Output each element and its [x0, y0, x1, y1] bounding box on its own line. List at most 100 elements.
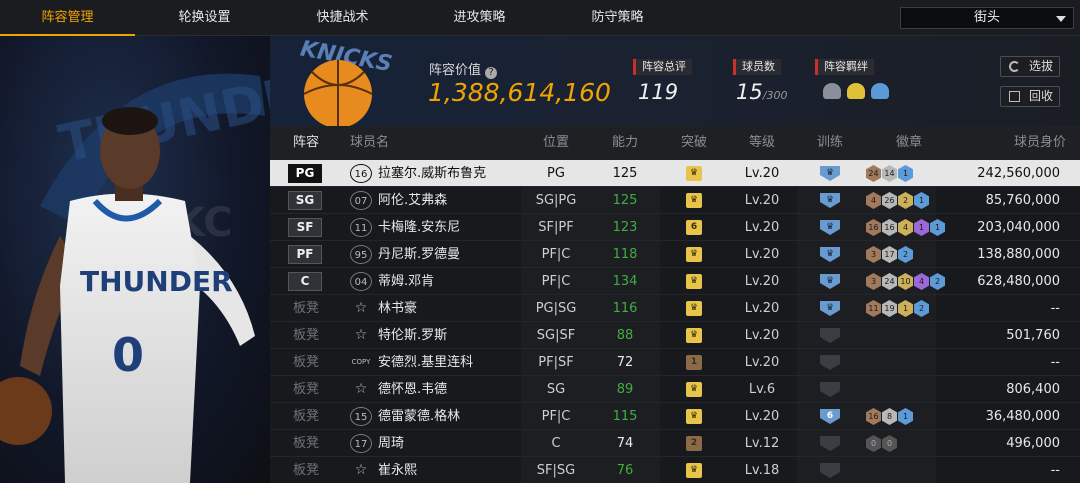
top-navigation: 阵容管理 轮换设置 快捷战术 进攻策略 防守策略 街头	[0, 0, 1080, 36]
lineup-value: 1,388,614,160	[428, 78, 611, 107]
badge-hex: 1	[898, 300, 913, 317]
player-position: PF|C	[541, 274, 571, 289]
badge-hex: 0	[882, 435, 897, 452]
player-market-value: 85,760,000	[985, 193, 1060, 208]
tab-lineup-management[interactable]: 阵容管理	[0, 0, 135, 36]
table-row[interactable]: SG 07 阿伦.艾弗森 SG|PG 125 ♛ Lv.20 ♛ 4 26 2 1 85,760,000	[270, 187, 1080, 214]
player-market-value: 496,000	[1006, 436, 1060, 451]
player-illustration: THUNDER OKC THUNDER 0	[0, 58, 270, 483]
table-row[interactable]: 板凳 ☆ 林书豪 PG|SG 116 ♛ Lv.20 ♛ 11 19 1 2 --	[270, 295, 1080, 322]
badge-list[interactable]: 4 26 2 1	[866, 192, 929, 209]
badge-list[interactable]: 3 17 2	[866, 246, 913, 263]
badge-list[interactable]: 11 19 1 2	[866, 300, 929, 317]
badge-hex: 2	[914, 300, 929, 317]
badge-hex: 4	[898, 219, 913, 236]
player-market-value: 628,480,000	[977, 274, 1060, 289]
badge-hex: 2	[930, 273, 945, 290]
training-crown-icon[interactable]: ♛	[820, 301, 840, 316]
training-empty-icon[interactable]	[820, 436, 840, 451]
badge-list[interactable]: 24 14 1	[866, 165, 913, 182]
chevron-down-icon	[1056, 16, 1066, 22]
player-name[interactable]: 阿伦.艾弗森	[378, 187, 447, 214]
player-name[interactable]: 德雷蒙德.格林	[378, 403, 460, 430]
table-row[interactable]: C 04 蒂姆.邓肯 PF|C 134 ♛ Lv.20 ♛ 3 24 10 4 2 628,480,000	[270, 268, 1080, 295]
player-name[interactable]: 周琦	[378, 430, 404, 457]
slot-bench-label: 板凳	[292, 382, 319, 397]
badge-hex: 1	[914, 219, 929, 236]
player-level: Lv.20	[744, 166, 780, 181]
training-empty-icon[interactable]	[820, 328, 840, 343]
mode-dropdown[interactable]: 街头	[900, 7, 1074, 29]
player-count-max: /300	[762, 89, 788, 102]
table-row[interactable]: PF 95 丹尼斯.罗德曼 PF|C 118 ♛ Lv.20 ♛ 3 17 2 138,880,000	[270, 241, 1080, 268]
badge-hex: 19	[882, 300, 897, 317]
badge-hex: 16	[866, 219, 881, 236]
lineup-value-label: 阵容价值 ?	[429, 59, 498, 79]
slot-position-badge: C	[288, 272, 322, 291]
table-row[interactable]: 板凳 ☆ 崔永熙 SF|SG 76 ♛ Lv.18 --	[270, 457, 1080, 483]
training-empty-icon[interactable]	[820, 463, 840, 478]
badge-hex: 16	[866, 408, 881, 425]
bond-icons[interactable]	[823, 83, 889, 99]
tab-offense-strategy[interactable]: 进攻策略	[412, 0, 547, 36]
player-name[interactable]: 卡梅隆.安东尼	[378, 214, 460, 241]
player-rating: 76	[616, 463, 634, 478]
tab-quick-tactics[interactable]: 快捷战术	[275, 0, 410, 36]
table-row[interactable]: 板凳 ☆ 德怀恩.韦德 SG 89 ♛ Lv.6 806,400	[270, 376, 1080, 403]
column-header-slot: 阵容	[292, 135, 319, 150]
badge-hex: 2	[898, 246, 913, 263]
training-crown-icon[interactable]: ♛	[820, 193, 840, 208]
table-row[interactable]: 板凳 ☆ 特伦斯.罗斯 SG|SF 88 ♛ Lv.20 501,760	[270, 322, 1080, 349]
training-crown-icon[interactable]: ♛	[820, 274, 840, 289]
breakthrough-badge: 1	[686, 355, 702, 370]
table-row[interactable]: 板凳 COPY 安德烈.基里连科 PF|SF 72 1 Lv.20 --	[270, 349, 1080, 376]
player-name[interactable]: 丹尼斯.罗德曼	[378, 241, 460, 268]
crown-icon: ♛	[686, 166, 702, 181]
table-row[interactable]: PG 16 拉塞尔.威斯布鲁克 PG 125 ♛ Lv.20 ♛ 24 14 1 242,560,00…	[270, 160, 1080, 187]
slot-bench-label: 板凳	[292, 328, 319, 343]
badge-hex: 1	[930, 219, 945, 236]
badge-hex: 4	[914, 273, 929, 290]
select-players-button[interactable]: 选拔	[1000, 56, 1060, 77]
tab-defense-strategy[interactable]: 防守策略	[550, 0, 685, 36]
player-rating: 88	[616, 328, 634, 343]
badge-list[interactable]: 16 16 4 1 1	[866, 219, 945, 236]
player-market-value: --	[1050, 355, 1060, 370]
player-name[interactable]: 特伦斯.罗斯	[378, 322, 447, 349]
badge-list[interactable]: 3 24 10 4 2	[866, 273, 945, 290]
table-header: 阵容 球员名 位置 能力 突破 等级 训练 徽章 球员身价	[270, 126, 1080, 160]
jersey-number: ☆	[354, 300, 368, 316]
badge-list[interactable]: 00	[866, 435, 897, 452]
bond-icon	[847, 83, 865, 99]
training-empty-icon[interactable]	[820, 355, 840, 370]
player-name[interactable]: 林书豪	[378, 295, 417, 322]
jersey-number: 15	[350, 407, 372, 426]
table-row[interactable]: 板凳 17 周琦 C 74 2 Lv.12 0 0 496,000	[270, 430, 1080, 457]
training-empty-icon[interactable]	[820, 382, 840, 397]
player-position: SG|PG	[535, 193, 577, 208]
jersey-team-text: THUNDER	[80, 265, 233, 298]
player-market-value: --	[1050, 301, 1060, 316]
player-level: Lv.20	[744, 328, 780, 343]
tab-rotation-settings[interactable]: 轮换设置	[137, 0, 272, 36]
breakthrough-badge: 2	[686, 436, 702, 451]
training-level-badge[interactable]: 6	[820, 409, 840, 424]
slot-position-badge: SF	[288, 218, 322, 237]
slot-bench-label: 板凳	[292, 355, 319, 370]
table-row[interactable]: 板凳 15 德雷蒙德.格林 PF|C 115 ♛ Lv.20 6 16 8 1 36,480,000	[270, 403, 1080, 430]
player-name[interactable]: 蒂姆.邓肯	[378, 268, 434, 295]
training-crown-icon[interactable]: ♛	[820, 220, 840, 235]
badge-hex: 4	[866, 192, 881, 209]
training-crown-icon[interactable]: ♛	[820, 247, 840, 262]
player-rating: 125	[612, 166, 638, 181]
player-art-panel: THUNDER OKC THUNDER 0	[0, 36, 270, 483]
badge-list[interactable]: 16 8 1	[866, 408, 913, 425]
player-level: Lv.12	[744, 436, 780, 451]
player-name[interactable]: 崔永熙	[378, 457, 417, 483]
table-row[interactable]: SF 11 卡梅隆.安东尼 SF|PF 123 6 Lv.20 ♛ 16 16 4 1 1 203,040…	[270, 214, 1080, 241]
recycle-button[interactable]: 回收	[1000, 86, 1060, 107]
player-name[interactable]: 德怀恩.韦德	[378, 376, 447, 403]
player-name[interactable]: 拉塞尔.威斯布鲁克	[378, 160, 486, 187]
player-name[interactable]: 安德烈.基里连科	[378, 349, 473, 376]
training-crown-icon[interactable]: ♛	[820, 166, 840, 181]
